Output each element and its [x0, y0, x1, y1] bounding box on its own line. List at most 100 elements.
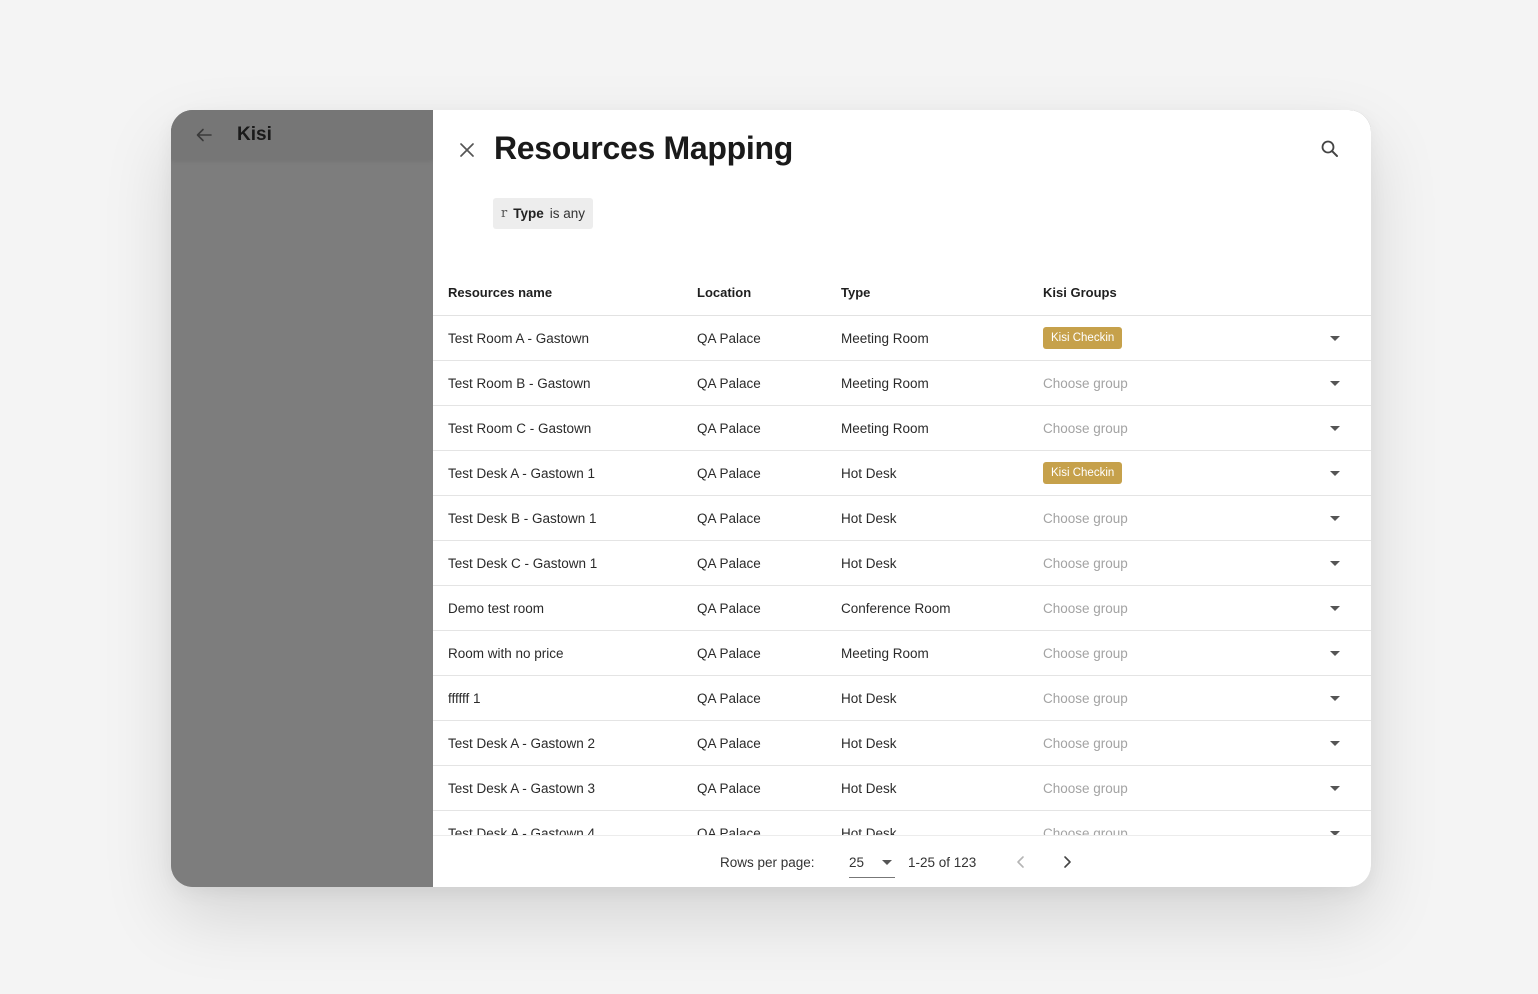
sidebar-overlay[interactable]: Kisi: [171, 110, 433, 887]
kisi-group-cell[interactable]: Choose group: [1043, 511, 1305, 526]
chevron-down-icon[interactable]: [1330, 695, 1340, 701]
resource-type: Meeting Room: [841, 375, 929, 391]
kisi-group-cell[interactable]: Choose group: [1043, 556, 1305, 571]
resource-location: QA Palace: [697, 645, 761, 661]
rows-per-page-select[interactable]: 25: [849, 848, 895, 878]
group-badge[interactable]: Kisi Checkin: [1043, 462, 1123, 484]
resource-name: Test Room B - Gastown: [448, 375, 591, 391]
kisi-group-cell[interactable]: Choose group: [1043, 601, 1305, 616]
chevron-down-icon[interactable]: [1330, 380, 1340, 386]
group-dropdown[interactable]: [1305, 785, 1371, 791]
kisi-group-cell[interactable]: Choose group: [1043, 376, 1305, 391]
group-placeholder[interactable]: Choose group: [1043, 781, 1128, 796]
resource-location: QA Palace: [697, 735, 761, 751]
close-icon[interactable]: [457, 140, 477, 160]
chevron-down-icon[interactable]: [1330, 785, 1340, 791]
group-dropdown[interactable]: [1305, 650, 1371, 656]
group-dropdown[interactable]: [1305, 425, 1371, 431]
header-type[interactable]: Type: [841, 285, 1043, 300]
group-dropdown[interactable]: [1305, 605, 1371, 611]
resource-type: Hot Desk: [841, 780, 897, 796]
resource-name: Test Desk B - Gastown 1: [448, 510, 597, 526]
group-placeholder[interactable]: Choose group: [1043, 646, 1128, 661]
resource-name: Demo test room: [448, 600, 545, 616]
table-row: Test Desk A - Gastown 3 QA Palace Hot Desk…: [433, 766, 1371, 811]
search-icon[interactable]: [1319, 138, 1341, 160]
resource-location: QA Palace: [697, 375, 761, 391]
table-header: Resources name Location Type Kisi Groups: [433, 270, 1371, 316]
resource-location: QA Palace: [697, 330, 761, 346]
resource-location: QA Palace: [697, 420, 761, 436]
table-row: Test Desk B - Gastown 1 QA Palace Hot Desk…: [433, 496, 1371, 541]
kisi-group-cell[interactable]: Kisi Checkin: [1043, 327, 1305, 349]
table-body: Test Room A - Gastown QA Palace Meeting Ro…: [433, 316, 1371, 835]
kisi-group-cell[interactable]: Choose group: [1043, 691, 1305, 706]
arrow-left-icon[interactable]: [195, 126, 213, 144]
group-dropdown[interactable]: [1305, 380, 1371, 386]
header-kisi-groups[interactable]: Kisi Groups: [1043, 285, 1305, 300]
kisi-group-cell[interactable]: Choose group: [1043, 736, 1305, 751]
chevron-down-icon[interactable]: [1330, 650, 1340, 656]
resource-type: Meeting Room: [841, 330, 929, 346]
filter-field: Type: [513, 206, 544, 221]
group-dropdown[interactable]: [1305, 560, 1371, 566]
table-row: Demo test room QA Palace Conference Room Ch…: [433, 586, 1371, 631]
chevron-down-icon: [882, 860, 892, 865]
table-row: Room with no price QA Palace Meeting Room C…: [433, 631, 1371, 676]
group-badge[interactable]: Kisi Checkin: [1043, 327, 1123, 349]
resources-table: Resources name Location Type Kisi Groups…: [433, 270, 1371, 835]
table-row: Test Desk C - Gastown 1 QA Palace Hot Desk…: [433, 541, 1371, 586]
header-location[interactable]: Location: [697, 285, 841, 300]
kisi-group-cell[interactable]: Choose group: [1043, 781, 1305, 796]
table-row: Test Room B - Gastown QA Palace Meeting Ro…: [433, 361, 1371, 406]
chevron-right-icon[interactable]: [1059, 854, 1075, 870]
chevron-left-icon[interactable]: [1013, 854, 1029, 870]
group-dropdown[interactable]: [1305, 740, 1371, 746]
group-dropdown[interactable]: [1305, 335, 1371, 341]
kisi-group-cell[interactable]: Kisi Checkin: [1043, 462, 1305, 484]
group-dropdown[interactable]: [1305, 695, 1371, 701]
kisi-group-cell[interactable]: Choose group: [1043, 421, 1305, 436]
filter-icon: r: [501, 206, 508, 221]
resource-type: Meeting Room: [841, 645, 929, 661]
kisi-group-cell[interactable]: Choose group: [1043, 826, 1305, 836]
chevron-down-icon[interactable]: [1330, 470, 1340, 476]
chevron-down-icon[interactable]: [1330, 335, 1340, 341]
header-resources-name[interactable]: Resources name: [433, 285, 697, 300]
group-placeholder[interactable]: Choose group: [1043, 421, 1128, 436]
resource-location: QA Palace: [697, 690, 761, 706]
group-placeholder[interactable]: Choose group: [1043, 826, 1128, 836]
chevron-down-icon[interactable]: [1330, 560, 1340, 566]
chevron-down-icon[interactable]: [1330, 605, 1340, 611]
group-placeholder[interactable]: Choose group: [1043, 601, 1128, 616]
group-dropdown[interactable]: [1305, 470, 1371, 476]
table-row: Test Room C - Gastown QA Palace Meeting Ro…: [433, 406, 1371, 451]
table-row: ffffff 1 QA Palace Hot Desk Choose group: [433, 676, 1371, 721]
group-placeholder[interactable]: Choose group: [1043, 511, 1128, 526]
resource-type: Hot Desk: [841, 555, 897, 571]
table-row: Test Desk A - Gastown 4 QA Palace Hot Desk…: [433, 811, 1371, 835]
sidebar-header: Kisi: [171, 110, 433, 159]
table-row: Test Room A - Gastown QA Palace Meeting Ro…: [433, 316, 1371, 361]
filter-chip-type[interactable]: r Type is any: [493, 198, 594, 229]
chevron-down-icon[interactable]: [1330, 740, 1340, 746]
resource-location: QA Palace: [697, 780, 761, 796]
panel-header: Resources Mapping: [433, 110, 1371, 190]
kisi-group-cell[interactable]: Choose group: [1043, 646, 1305, 661]
resource-type: Hot Desk: [841, 465, 897, 481]
group-placeholder[interactable]: Choose group: [1043, 691, 1128, 706]
resource-type: Meeting Room: [841, 420, 929, 436]
group-placeholder[interactable]: Choose group: [1043, 556, 1128, 571]
group-dropdown[interactable]: [1305, 515, 1371, 521]
page-title: Resources Mapping: [494, 130, 793, 166]
resource-type: Conference Room: [841, 600, 951, 616]
pagination-range: 1-25 of 123: [908, 855, 977, 870]
sidebar-title: Kisi: [237, 123, 272, 145]
chevron-down-icon[interactable]: [1330, 515, 1340, 521]
chevron-down-icon[interactable]: [1330, 425, 1340, 431]
group-placeholder[interactable]: Choose group: [1043, 376, 1128, 391]
resource-name: Test Desk A - Gastown 3: [448, 780, 596, 796]
resource-name: Test Desk C - Gastown 1: [448, 555, 598, 571]
rows-per-page-value: 25: [849, 855, 865, 870]
group-placeholder[interactable]: Choose group: [1043, 736, 1128, 751]
